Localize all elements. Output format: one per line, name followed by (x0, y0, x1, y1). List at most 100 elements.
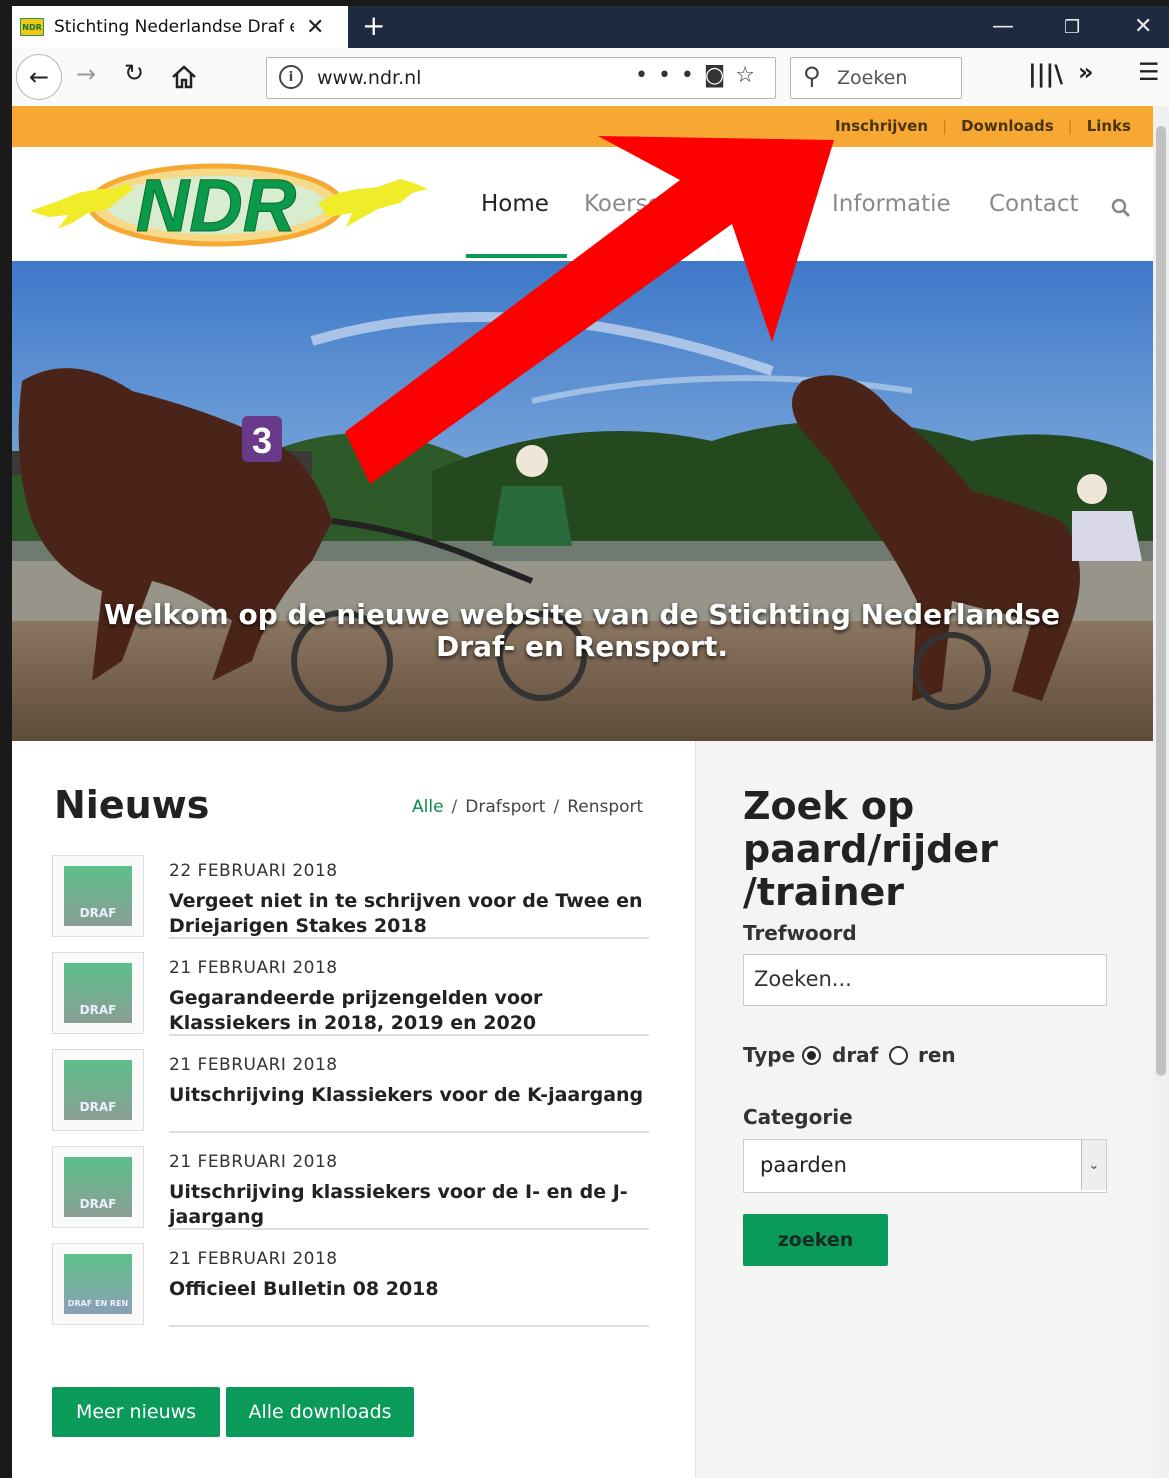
news-title-link[interactable]: Uitschrijving klassiekers voor de I- en … (169, 1180, 649, 1230)
trotter-icon: DRAF (64, 866, 132, 926)
browser-window: NDR Stichting Nederlandse Draf en R ✕ + … (12, 6, 1169, 1478)
news-item[interactable]: DRAF EN REN 21 FEBRUARI 2018 Officieel B… (52, 1243, 650, 1340)
hero-image: 3 (12, 261, 1153, 741)
draf-ren-icon: DRAF EN REN (64, 1254, 132, 1314)
category-label: Categorie (743, 1105, 853, 1129)
page-scrollbar[interactable] (1153, 106, 1169, 1478)
filter-all[interactable]: Alle (412, 797, 444, 817)
news-date: 21 FEBRUARI 2018 (169, 1055, 338, 1075)
search-placeholder: Zoeken (837, 67, 908, 89)
search-panel-heading: Zoek op paard/rijder /trainer (743, 784, 998, 914)
web-page: Inschrijven | Downloads | Links NDR Home… (12, 106, 1153, 1478)
news-date: 21 FEBRUARI 2018 (169, 958, 338, 978)
nav-active-indicator (466, 254, 567, 258)
separator: | (942, 117, 948, 135)
search-bar[interactable]: ⚲ Zoeken (790, 57, 962, 99)
keyword-label: Trefwoord (743, 921, 857, 945)
nav-koersen[interactable]: Koersen (584, 191, 676, 217)
tab-title: Stichting Nederlandse Draf en R (54, 17, 294, 37)
news-title-link[interactable]: Officieel Bulletin 08 2018 (169, 1277, 649, 1302)
overflow-chevron-icon[interactable]: » (1078, 58, 1094, 86)
news-thumbnail[interactable]: DRAF (52, 952, 144, 1034)
reload-icon[interactable]: ↻ (124, 59, 144, 87)
page-actions-icon[interactable]: ••• (635, 63, 704, 88)
scrollbar-thumb[interactable] (1156, 126, 1166, 1076)
separator: | (1067, 117, 1073, 135)
radio-ren-label[interactable]: ren (918, 1043, 956, 1067)
news-date: 22 FEBRUARI 2018 (169, 861, 338, 881)
search-icon[interactable] (1110, 197, 1132, 219)
radio-draf-label[interactable]: draf (832, 1043, 878, 1067)
title-bar: NDR Stichting Nederlandse Draf en R ✕ + … (12, 6, 1169, 48)
separator: / (553, 797, 560, 817)
news-title-link[interactable]: Vergeet niet in te schrijven voor de Twe… (169, 889, 649, 939)
all-downloads-button[interactable]: Alle downloads (226, 1387, 414, 1437)
minimize-icon[interactable]: — (992, 14, 1014, 39)
close-tab-icon[interactable]: ✕ (306, 15, 324, 40)
news-thumbnail[interactable]: DRAF EN REN (52, 1243, 144, 1325)
news-item[interactable]: DRAF 21 FEBRUARI 2018 Uitschrijving Klas… (52, 1049, 650, 1146)
divider (169, 1325, 649, 1327)
close-window-icon[interactable]: ✕ (1134, 14, 1152, 39)
forward-icon[interactable]: → (76, 60, 96, 88)
bookmark-star-icon[interactable]: ☆ (735, 63, 765, 88)
top-links: Inschrijven | Downloads | Links (835, 117, 1131, 135)
trotter-icon: DRAF (64, 963, 132, 1023)
search-icon: ⚲ (803, 62, 821, 90)
divider (169, 1228, 649, 1230)
browser-tab[interactable]: NDR Stichting Nederlandse Draf en R ✕ (12, 6, 348, 48)
back-icon[interactable]: ← (16, 54, 62, 100)
menu-icon[interactable]: ☰ (1138, 58, 1160, 86)
separator: / (451, 797, 458, 817)
keyword-input[interactable]: Zoeken... (743, 954, 1107, 1006)
top-link-downloads[interactable]: Downloads (961, 117, 1054, 135)
ndr-logo[interactable]: NDR (28, 159, 433, 251)
trotter-icon: DRAF (64, 1157, 132, 1217)
library-icon[interactable]: |||\ (1028, 60, 1063, 88)
nav-home[interactable]: Home (481, 191, 549, 217)
news-title-link[interactable]: Gegarandeerde prijzengelden voor Klassie… (169, 986, 649, 1036)
hero-caption: Welkom op de nieuwe website van de Stich… (103, 598, 1061, 663)
news-section: Nieuws Alle / Drafsport / Rensport DRAF 22 F… (12, 741, 695, 1478)
news-heading: Nieuws (54, 783, 210, 827)
category-select[interactable]: paarden ⌄ (743, 1139, 1107, 1193)
news-item[interactable]: DRAF 21 FEBRUARI 2018 Uitschrijving klas… (52, 1146, 650, 1243)
trotter-icon: DRAF (64, 1060, 132, 1120)
radio-ren[interactable] (889, 1046, 908, 1065)
url-bar[interactable]: i www.ndr.nl •••◙☆ (266, 57, 776, 99)
news-item[interactable]: DRAF 22 FEBRUARI 2018 Vergeet niet in te… (52, 855, 650, 952)
divider (169, 937, 649, 939)
filter-rensport[interactable]: Rensport (567, 797, 643, 817)
news-item[interactable]: DRAF 21 FEBRUARI 2018 Gegarandeerde prij… (52, 952, 650, 1049)
chevron-down-icon[interactable]: ⌄ (1081, 1140, 1106, 1190)
filter-drafsport[interactable]: Drafsport (465, 797, 545, 817)
news-date: 21 FEBRUARI 2018 (169, 1249, 338, 1269)
news-thumbnail[interactable]: DRAF (52, 1146, 144, 1228)
divider (169, 1131, 649, 1133)
more-news-button[interactable]: Meer nieuws (52, 1387, 220, 1437)
info-icon[interactable]: i (279, 65, 303, 89)
search-panel: Zoek op paard/rijder /trainer Trefwoord … (695, 741, 1153, 1478)
nav-informatie[interactable]: Informatie (832, 191, 951, 217)
url-actions: •••◙☆ (635, 63, 765, 88)
site-header: NDR Home Koersen Informatie Contact (12, 147, 1153, 261)
top-link-inschrijven[interactable]: Inschrijven (835, 117, 928, 135)
pocket-icon[interactable]: ◙ (704, 63, 735, 88)
radio-draf[interactable] (802, 1046, 821, 1065)
news-thumbnail[interactable]: DRAF (52, 855, 144, 937)
restore-icon[interactable]: ❐ (1064, 17, 1080, 38)
home-icon[interactable] (170, 64, 198, 90)
nav-toolbar: ← → ↻ i www.ndr.nl •••◙☆ ⚲ Zoeken |||\ »… (12, 48, 1169, 107)
search-submit-button[interactable]: zoeken (743, 1214, 888, 1266)
top-link-links[interactable]: Links (1087, 117, 1131, 135)
category-selected: paarden (760, 1153, 847, 1177)
news-filters: Alle / Drafsport / Rensport (412, 797, 643, 817)
hero-bib-number: 3 (252, 420, 272, 461)
ndr-favicon-icon: NDR (20, 18, 44, 36)
news-thumbnail[interactable]: DRAF (52, 1049, 144, 1131)
top-strip: Inschrijven | Downloads | Links (12, 106, 1153, 147)
news-title-link[interactable]: Uitschrijving Klassiekers voor de K-jaar… (169, 1083, 649, 1108)
new-tab-icon[interactable]: + (362, 12, 385, 40)
divider (169, 1034, 649, 1036)
nav-contact[interactable]: Contact (989, 191, 1078, 217)
